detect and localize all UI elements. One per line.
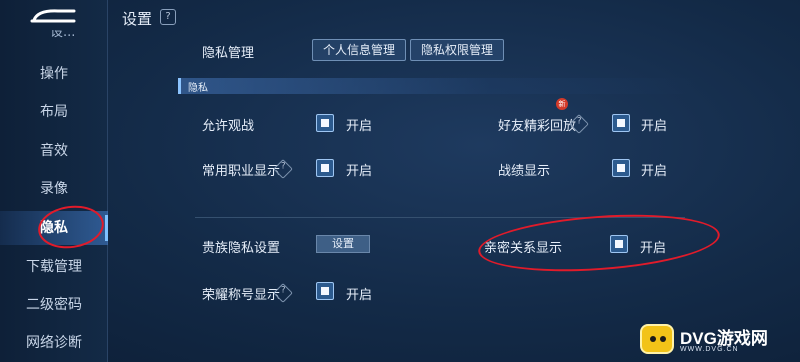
sidebar-item-partial: 设... — [50, 30, 76, 40]
highlight-circle-intimate — [476, 207, 722, 279]
sidebar-item-secondary-password[interactable]: 二级密码 — [0, 288, 108, 322]
friend-highlight-state: 开启 — [641, 119, 668, 134]
honor-title-checkbox[interactable] — [316, 282, 334, 300]
honor-title-state: 开启 — [346, 288, 373, 303]
friend-highlight-checkbox[interactable] — [612, 114, 630, 132]
settings-screen: 设... 操作 布局 音效 录像 隐私 下载管理 二级密码 网络诊断 设置 ? … — [0, 0, 800, 362]
section-header-privacy: 隐私 — [178, 78, 698, 94]
allow-spectate-checkbox[interactable] — [316, 114, 334, 132]
sidebar-item-label: 网络诊断 — [26, 335, 82, 351]
gamepad-logo-icon — [640, 324, 674, 354]
sidebar-item-layout[interactable]: 布局 — [0, 95, 108, 129]
friend-highlight-label: 好友精彩回放 — [498, 119, 577, 134]
section-notch — [178, 78, 181, 94]
section-title: 隐私 — [188, 83, 208, 94]
sidebar-item-label: 音效 — [40, 143, 68, 159]
common-role-state: 开启 — [346, 164, 373, 179]
allow-spectate-state: 开启 — [346, 119, 373, 134]
sidebar-item-downloads[interactable]: 下载管理 — [0, 250, 108, 284]
privacy-management-label: 隐私管理 — [202, 46, 255, 61]
noble-privacy-settings-button[interactable]: 设置 — [316, 235, 370, 253]
common-role-checkbox[interactable] — [316, 159, 334, 177]
sidebar: 设... 操作 布局 音效 录像 隐私 下载管理 二级密码 网络诊断 — [0, 0, 108, 362]
privacy-permission-button[interactable]: 隐私权限管理 — [410, 39, 505, 61]
personal-info-button[interactable]: 个人信息管理 — [312, 39, 407, 61]
sidebar-item-sound[interactable]: 音效 — [0, 134, 108, 168]
watermark-url: WWW.DVG.CN — [680, 346, 739, 353]
sidebar-item-label: 录像 — [40, 181, 68, 197]
checkbox-check-icon — [321, 119, 329, 127]
noble-privacy-label: 贵族隐私设置 — [202, 241, 281, 256]
record-display-state: 开启 — [641, 164, 668, 179]
help-icon[interactable]: ? — [160, 9, 176, 25]
sidebar-item-label: 操作 — [40, 66, 68, 82]
sidebar-item-label: 布局 — [40, 104, 68, 120]
common-role-label: 常用职业显示 — [202, 164, 281, 179]
checkbox-check-icon — [321, 287, 329, 295]
watermark: DVG游戏网 WWW.DVG.CN — [640, 320, 796, 360]
checkbox-check-icon — [617, 164, 625, 172]
page-title: 设置 — [122, 10, 153, 28]
sidebar-item-label: 下载管理 — [26, 259, 82, 275]
back-button[interactable] — [28, 6, 80, 26]
sidebar-item-replay[interactable]: 录像 — [0, 172, 108, 206]
sidebar-item-controls[interactable]: 操作 — [0, 57, 108, 91]
checkbox-check-icon — [617, 119, 625, 127]
sidebar-item-label: 二级密码 — [26, 297, 82, 313]
checkbox-check-icon — [321, 164, 329, 172]
honor-title-label: 荣耀称号显示 — [202, 288, 281, 303]
record-display-label: 战绩显示 — [498, 164, 551, 179]
back-arrow-icon — [30, 9, 76, 23]
record-display-checkbox[interactable] — [612, 159, 630, 177]
new-badge: 新 — [556, 98, 568, 110]
sidebar-item-network-diagnosis[interactable]: 网络诊断 — [0, 326, 108, 360]
active-indicator — [105, 215, 108, 241]
allow-spectate-label: 允许观战 — [202, 119, 255, 134]
